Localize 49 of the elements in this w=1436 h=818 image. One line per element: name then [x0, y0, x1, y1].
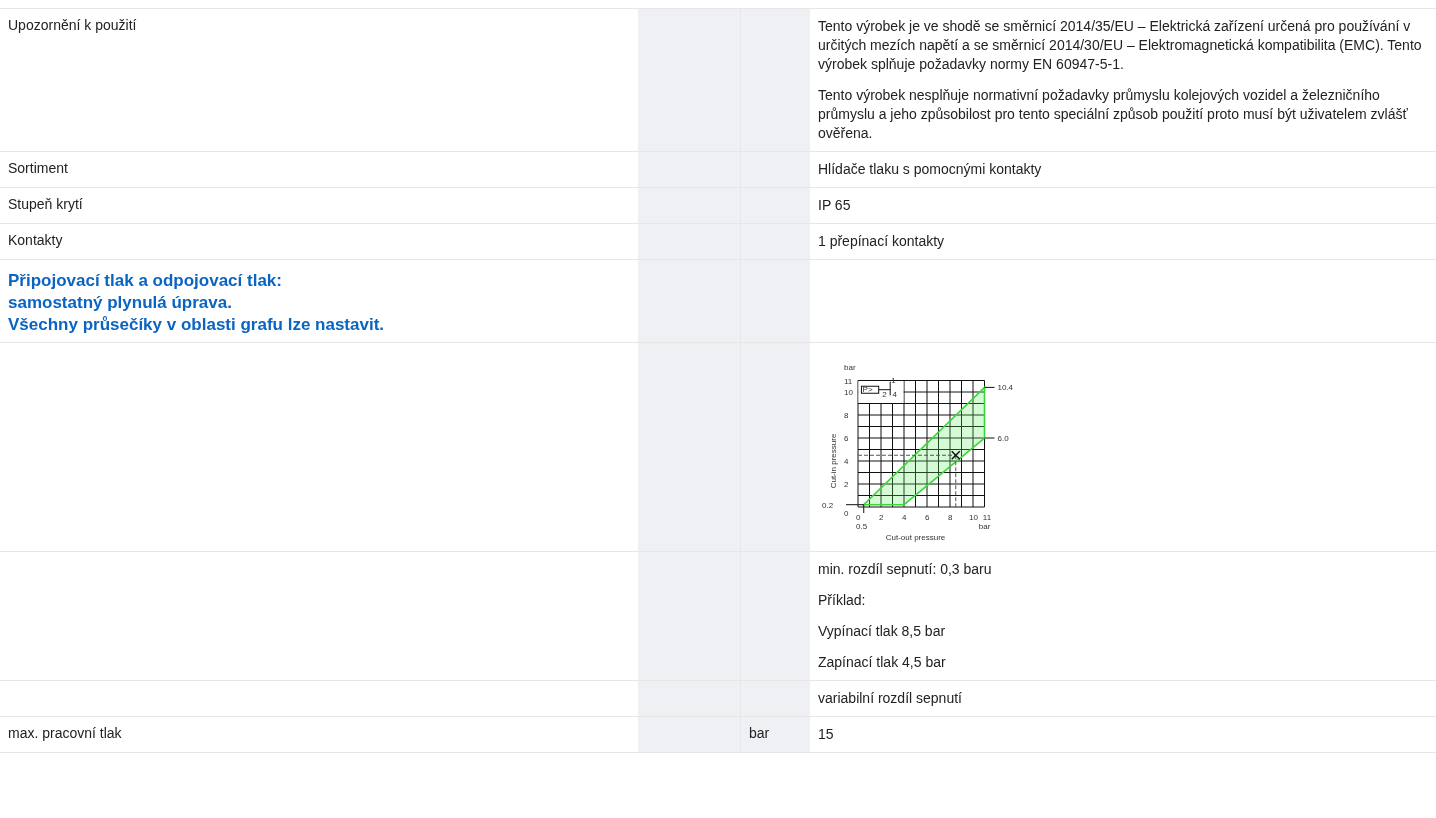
value-text: 15 — [818, 725, 835, 744]
axis-tick-label: 0.5 — [856, 522, 868, 531]
cross-marker-icon — [951, 450, 961, 460]
value-text: min. rozdíl sepnutí: 0,3 baru — [818, 560, 993, 579]
axis-tick-label: 0 — [856, 513, 861, 522]
value-text: Tento výrobek je ve shodě se směrnicí 2014/35/EU – Elektrická zařízení určená pro používání v určitých mezích napětí a se směrnicí 2014/30/EU – Elektromagnetická kompatibilita (EMC). Tento výrobek splňuje požadavky normy EN 60947-5-1. — [818, 17, 1423, 74]
axis-tick-label: 2 — [879, 513, 884, 522]
callout-label: 10.4 — [997, 383, 1014, 393]
axis-tick-label: 6 — [925, 513, 930, 522]
value-text: Tento výrobek nesplňuje normativní požadavky průmyslu kolejových vozidel a železničního průmyslu a jeho způsobilost pro tento speciální způsob použití proto musí být uživatelem zvlášť ověřena. — [818, 86, 1409, 143]
axis-tick-label: 4 — [844, 457, 849, 466]
axis-tick-label: 6 — [844, 434, 849, 443]
axis-tick-label: 11 — [982, 513, 992, 522]
axis-tick-label: 0.2 — [822, 500, 834, 510]
heading-text: samostatný plynulá úprava. — [8, 292, 233, 314]
value-text: variabilní rozdíl sepnutí — [818, 689, 963, 708]
unit-label: bar — [749, 725, 770, 741]
value-text: Zapínací tlak 4,5 bar — [818, 653, 947, 672]
axis-tick-label: 8 — [948, 513, 953, 522]
symbol-label: P> — [862, 384, 873, 394]
axis-tick-label: 0 — [844, 509, 849, 518]
row-label: Kontakty — [8, 232, 63, 248]
axis-title: Cut-in pressure — [829, 433, 838, 489]
row-label: Upozornění k použití — [8, 17, 137, 33]
value-text: Příklad: — [818, 591, 867, 610]
symbol-label: 2 — [882, 389, 887, 399]
value-text: IP 65 — [818, 196, 852, 215]
axis-unit: bar — [978, 522, 991, 531]
axis-tick-label: 4 — [902, 513, 907, 522]
axis-tick-label: 2 — [844, 480, 849, 489]
row-label: max. pracovní tlak — [8, 725, 122, 741]
value-text: Hlídače tlaku s pomocnými kontakty — [818, 160, 1043, 179]
axis-tick-label: 10 — [969, 513, 978, 522]
leader-line — [984, 437, 995, 439]
row-label: Stupeň krytí — [8, 196, 83, 212]
leader-line — [984, 386, 995, 388]
value-text: Vypínací tlak 8,5 bar — [818, 622, 947, 641]
axis-unit: bar — [844, 362, 856, 372]
symbol-label: 1 — [891, 375, 896, 385]
heading-text: Připojovací tlak a odpojovací tlak: — [8, 270, 283, 292]
value-text: 1 přepínací kontakty — [818, 232, 946, 251]
axis-title: Cut-out pressure — [885, 533, 946, 542]
symbol-label: 4 — [892, 389, 897, 399]
heading-text: Všechny průsečíky v oblasti grafu lze nastavit. — [8, 314, 386, 336]
axis-tick-label: 11 — [844, 376, 853, 386]
axis-tick-label: 10 — [844, 388, 853, 397]
axis-tick-label: 8 — [844, 411, 849, 420]
row-label: Sortiment — [8, 160, 68, 176]
callout-label: 6.0 — [997, 434, 1009, 443]
